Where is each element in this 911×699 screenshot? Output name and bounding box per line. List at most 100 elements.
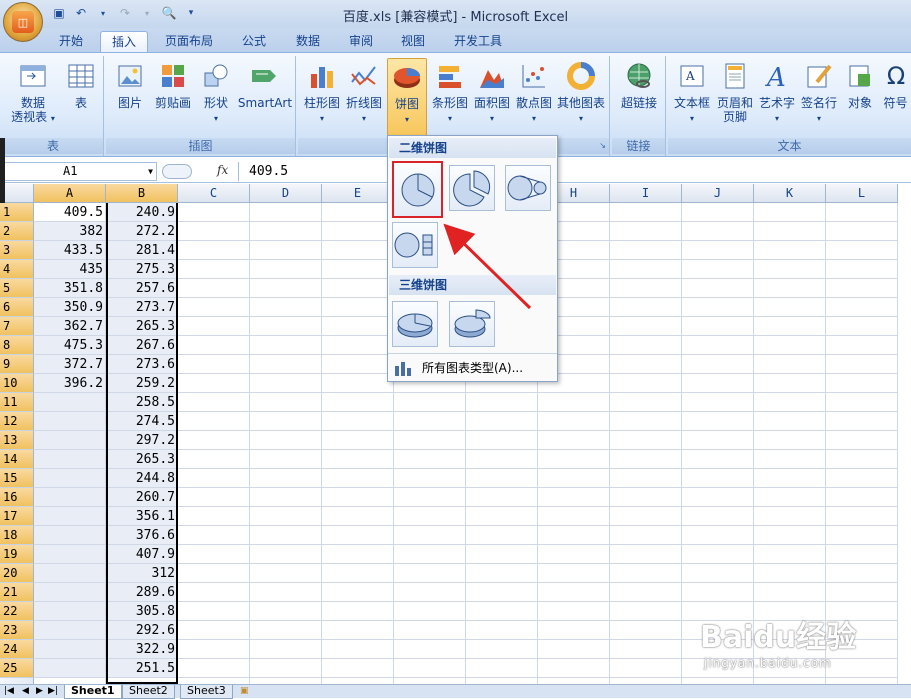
cell-f11[interactable] xyxy=(394,393,466,412)
all-chart-types-item[interactable]: 所有图表类型(A)... xyxy=(388,353,557,381)
cell-d14[interactable] xyxy=(250,450,322,469)
cell-l9[interactable] xyxy=(826,355,898,374)
cell-a20[interactable] xyxy=(34,564,106,583)
cell-l6[interactable] xyxy=(826,298,898,317)
cell-b19[interactable]: 407.9 xyxy=(106,545,178,564)
cell-e14[interactable] xyxy=(322,450,394,469)
table-button[interactable]: 表 xyxy=(61,58,101,110)
cell-h25[interactable] xyxy=(538,659,610,678)
cell-c16[interactable] xyxy=(178,488,250,507)
cell-b6[interactable]: 273.7 xyxy=(106,298,178,317)
cell-e23[interactable] xyxy=(322,621,394,640)
cell-f13[interactable] xyxy=(394,431,466,450)
cell-f14[interactable] xyxy=(394,450,466,469)
cell-j1[interactable] xyxy=(682,203,754,222)
row-header[interactable]: 22 xyxy=(0,602,34,621)
cell-j2[interactable] xyxy=(682,222,754,241)
cell-i19[interactable] xyxy=(610,545,682,564)
cell-g19[interactable] xyxy=(466,545,538,564)
prev-sheet-icon[interactable]: ◀ xyxy=(22,686,29,696)
cell-c19[interactable] xyxy=(178,545,250,564)
row-header[interactable]: 21 xyxy=(0,583,34,602)
cell-i10[interactable] xyxy=(610,374,682,393)
cell-e25[interactable] xyxy=(322,659,394,678)
smartart-button[interactable]: SmartArt xyxy=(236,58,294,110)
cell-l4[interactable] xyxy=(826,260,898,279)
cell-k7[interactable] xyxy=(754,317,826,336)
cell-k14[interactable] xyxy=(754,450,826,469)
dialog-launcher-icon[interactable]: ↘ xyxy=(599,138,606,154)
cell-e3[interactable] xyxy=(322,241,394,260)
office-button[interactable]: ◫ xyxy=(3,2,43,42)
row-header[interactable]: 10 xyxy=(0,374,34,393)
cell-j21[interactable] xyxy=(682,583,754,602)
cell-d2[interactable] xyxy=(250,222,322,241)
row-header[interactable]: 19 xyxy=(0,545,34,564)
cell-k5[interactable] xyxy=(754,279,826,298)
cell-a19[interactable] xyxy=(34,545,106,564)
row-header[interactable]: 11 xyxy=(0,393,34,412)
cell-j8[interactable] xyxy=(682,336,754,355)
cell-c14[interactable] xyxy=(178,450,250,469)
hyperlink-button[interactable]: 超链接 xyxy=(617,58,661,110)
pie-3d-option[interactable] xyxy=(392,301,438,347)
cell-k11[interactable] xyxy=(754,393,826,412)
cell-g17[interactable] xyxy=(466,507,538,526)
row-header[interactable]: 9 xyxy=(0,355,34,374)
cell-c1[interactable] xyxy=(178,203,250,222)
cell-d25[interactable] xyxy=(250,659,322,678)
cell-k1[interactable] xyxy=(754,203,826,222)
row-header[interactable]: 24 xyxy=(0,640,34,659)
cell-a2[interactable]: 382 xyxy=(34,222,106,241)
cell-a17[interactable] xyxy=(34,507,106,526)
cell-h15[interactable] xyxy=(538,469,610,488)
column-header-l[interactable]: L xyxy=(826,184,898,203)
cell-h14[interactable] xyxy=(538,450,610,469)
row-header[interactable]: 16 xyxy=(0,488,34,507)
row-header[interactable]: 1 xyxy=(0,203,34,222)
cell-l3[interactable] xyxy=(826,241,898,260)
cell-e10[interactable] xyxy=(322,374,394,393)
cell-h21[interactable] xyxy=(538,583,610,602)
cell-g16[interactable] xyxy=(466,488,538,507)
cell-j14[interactable] xyxy=(682,450,754,469)
cell-c12[interactable] xyxy=(178,412,250,431)
cell-b2[interactable]: 272.2 xyxy=(106,222,178,241)
tab-view[interactable]: 视图 xyxy=(390,31,436,52)
cell-e16[interactable] xyxy=(322,488,394,507)
row-header[interactable]: 5 xyxy=(0,279,34,298)
symbol-button[interactable]: Ω 符号 xyxy=(880,58,911,110)
cell-d22[interactable] xyxy=(250,602,322,621)
cell-d15[interactable] xyxy=(250,469,322,488)
cell-l19[interactable] xyxy=(826,545,898,564)
cell-e20[interactable] xyxy=(322,564,394,583)
area-chart-button[interactable]: 面积图 ▾ xyxy=(472,58,512,126)
cell-i25[interactable] xyxy=(610,659,682,678)
cell-i24[interactable] xyxy=(610,640,682,659)
cell-k20[interactable] xyxy=(754,564,826,583)
cell-i11[interactable] xyxy=(610,393,682,412)
cell-k8[interactable] xyxy=(754,336,826,355)
cell-i7[interactable] xyxy=(610,317,682,336)
row-header[interactable]: 20 xyxy=(0,564,34,583)
bar-of-pie-option[interactable] xyxy=(392,222,438,268)
cell-b7[interactable]: 265.3 xyxy=(106,317,178,336)
cell-j4[interactable] xyxy=(682,260,754,279)
wordart-button[interactable]: A 艺术字 ▾ xyxy=(756,58,798,126)
cell-c11[interactable] xyxy=(178,393,250,412)
cell-b20[interactable]: 312 xyxy=(106,564,178,583)
column-chart-button[interactable]: 柱形图 ▾ xyxy=(302,58,342,126)
cell-g18[interactable] xyxy=(466,526,538,545)
cell-b17[interactable]: 356.1 xyxy=(106,507,178,526)
cell-h24[interactable] xyxy=(538,640,610,659)
cell-l7[interactable] xyxy=(826,317,898,336)
cell-j20[interactable] xyxy=(682,564,754,583)
cell-e6[interactable] xyxy=(322,298,394,317)
cell-b25[interactable]: 251.5 xyxy=(106,659,178,678)
cell-c22[interactable] xyxy=(178,602,250,621)
tab-data[interactable]: 数据 xyxy=(285,31,331,52)
row-header[interactable]: 6 xyxy=(0,298,34,317)
cell-j7[interactable] xyxy=(682,317,754,336)
cell-l14[interactable] xyxy=(826,450,898,469)
cell-a13[interactable] xyxy=(34,431,106,450)
